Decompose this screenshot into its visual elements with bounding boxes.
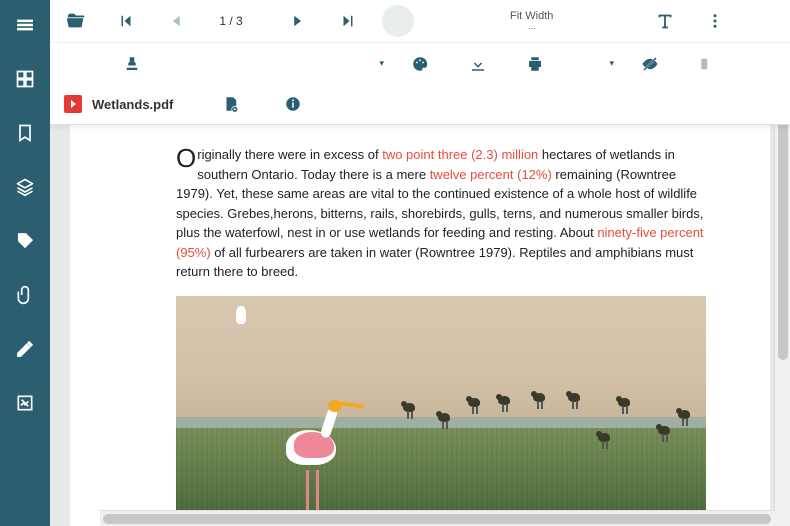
edit-button[interactable]	[8, 332, 42, 366]
highlight-2: twelve percent (12%)	[430, 167, 552, 182]
next-page-button[interactable]	[282, 5, 314, 37]
select-text-button[interactable]	[382, 5, 414, 37]
document-filename: Wetlands.pdf	[92, 97, 173, 112]
rotate-button[interactable]	[291, 48, 320, 80]
thumbnails-button[interactable]	[8, 62, 42, 96]
page-ops-button[interactable]	[233, 48, 262, 80]
stork	[266, 390, 356, 510]
scrollbar-corner	[774, 510, 790, 526]
fullscreen-button[interactable]	[599, 5, 631, 37]
sign-button[interactable]	[8, 386, 42, 420]
document-tab-row: Wetlands.pdf	[50, 84, 790, 124]
page-indicator[interactable]: 1 / 3	[210, 14, 252, 28]
crop-dropdown[interactable]: ▾	[380, 58, 385, 69]
attachments-button[interactable]	[8, 278, 42, 312]
last-page-button[interactable]	[332, 5, 364, 37]
first-page-button[interactable]	[110, 5, 142, 37]
dropcap: O	[176, 145, 197, 170]
toolbar-row-1: 1 / 3 Fit Width ...	[50, 0, 790, 42]
visibility-button[interactable]	[635, 48, 664, 80]
prev-page-button[interactable]	[160, 5, 192, 37]
tags-button[interactable]	[8, 224, 42, 258]
open-file-button[interactable]	[60, 5, 92, 37]
paragraph-1: Originally there were in excess of two p…	[176, 145, 706, 282]
compare-button[interactable]	[693, 48, 722, 80]
stamp-button[interactable]	[118, 48, 147, 80]
bookmarks-button[interactable]	[8, 116, 42, 150]
print-button[interactable]	[521, 48, 550, 80]
measure-button[interactable]	[60, 48, 89, 80]
crop-button[interactable]	[348, 48, 377, 80]
form-button[interactable]	[175, 48, 204, 80]
pan-button[interactable]	[432, 5, 464, 37]
save-dropdown[interactable]: ▾	[610, 58, 615, 69]
palette-button[interactable]	[405, 48, 434, 80]
search-button[interactable]	[751, 48, 780, 80]
wetland-image	[176, 296, 706, 516]
highlight-1: two point three (2.3) million	[382, 147, 538, 162]
page: Originally there were in excess of two p…	[70, 125, 770, 526]
scrollbar-horizontal[interactable]	[100, 510, 774, 526]
zoom-in-button[interactable]	[563, 5, 595, 37]
more-button[interactable]	[699, 5, 731, 37]
sidebar	[0, 0, 50, 526]
document-viewer[interactable]: Originally there were in excess of two p…	[50, 125, 790, 526]
menu-button[interactable]	[8, 8, 42, 42]
zoom-more-label[interactable]: ...	[522, 22, 542, 31]
toolbar-row-2: ▾ ▾	[50, 42, 790, 84]
save-button[interactable]	[578, 48, 607, 80]
zoom-out-button[interactable]	[468, 5, 500, 37]
download-button[interactable]	[463, 48, 492, 80]
pdf-icon	[64, 95, 82, 113]
layers-button[interactable]	[8, 170, 42, 204]
toolbar: 1 / 3 Fit Width ...	[50, 0, 790, 125]
doc-info-button[interactable]	[277, 88, 309, 120]
text-tool-button[interactable]	[649, 5, 681, 37]
doc-download-button[interactable]	[215, 88, 247, 120]
